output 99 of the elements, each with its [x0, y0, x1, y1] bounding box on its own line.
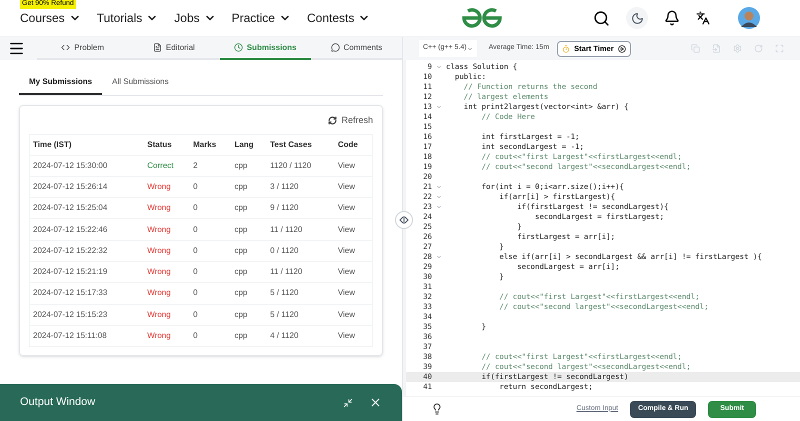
status-cell: Wrong — [144, 176, 190, 198]
code-icon — [61, 43, 70, 52]
document-icon — [152, 43, 162, 52]
fold-icon[interactable] — [436, 104, 442, 110]
status-cell: Wrong — [144, 261, 190, 283]
table-cell: cpp — [231, 304, 268, 326]
refresh-button[interactable]: Refresh — [328, 114, 373, 128]
table-cell: 2024-07-12 15:30:00 — [30, 155, 144, 176]
submission-tab[interactable]: All Submissions — [102, 70, 179, 95]
status-cell: Correct — [144, 155, 190, 176]
column-header: Code — [334, 134, 372, 155]
table-cell: 2024-07-12 15:21:19 — [30, 261, 144, 283]
view-link[interactable]: View — [338, 203, 356, 212]
table-cell: cpp — [231, 325, 268, 347]
menu-icon[interactable] — [8, 40, 25, 57]
logo-icon — [462, 8, 502, 28]
play-icon — [618, 44, 626, 52]
table-cell: 3 / 1120 — [267, 176, 335, 198]
table-cell: 0 / 1120 — [267, 240, 335, 262]
table-cell: 0 — [190, 325, 232, 347]
close-icon[interactable] — [369, 396, 382, 409]
table-cell: cpp — [231, 261, 268, 283]
nav-menu[interactable]: Practice — [232, 9, 291, 27]
column-header: Time (IST) — [30, 134, 144, 155]
table-cell: 5 / 1120 — [267, 304, 335, 326]
nav-menu[interactable]: Tutorials — [96, 9, 158, 27]
code-editor[interactable] — [403, 60, 800, 396]
output-window-title: Output Window — [20, 395, 96, 410]
table-cell: 2024-07-12 15:11:08 — [30, 325, 144, 347]
nav-menu[interactable]: Jobs — [174, 9, 216, 27]
table-cell: 11 / 1120 — [267, 261, 335, 283]
table-cell: 0 — [190, 261, 232, 283]
submission-tab[interactable]: My Submissions — [19, 70, 102, 95]
fold-icon[interactable] — [436, 204, 442, 210]
dark-mode-button[interactable] — [626, 7, 648, 29]
fold-icon[interactable] — [436, 184, 442, 190]
table-cell: 0 — [190, 198, 232, 219]
translate-icon[interactable] — [696, 11, 710, 25]
table-cell: 0 — [190, 282, 232, 304]
view-link[interactable]: View — [338, 160, 356, 170]
view-link[interactable]: View — [338, 288, 356, 298]
column-header: Status — [144, 134, 190, 155]
table-cell: 1120 / 1120 — [267, 155, 335, 176]
view-link[interactable]: View — [338, 310, 356, 319]
table-cell: cpp — [231, 218, 268, 240]
chat-bubble-icon — [330, 43, 340, 52]
table-cell: cpp — [231, 240, 268, 262]
table-cell: 2024-07-12 15:22:32 — [30, 240, 144, 262]
lightbulb-icon[interactable] — [431, 403, 443, 415]
status-cell: Wrong — [144, 198, 190, 219]
caret-icon — [466, 46, 473, 52]
fold-icon[interactable] — [436, 254, 442, 260]
table-cell: cpp — [231, 282, 268, 304]
avatar[interactable] — [738, 7, 760, 29]
table-cell: 0 — [190, 176, 232, 198]
status-cell: Wrong — [144, 218, 190, 240]
expand-icon[interactable] — [343, 398, 353, 408]
table-cell: 0 — [190, 304, 232, 326]
status-cell: Wrong — [144, 325, 190, 347]
bell-icon[interactable] — [664, 10, 680, 26]
problem-tab[interactable]: Problem — [37, 37, 128, 60]
status-cell: Wrong — [144, 282, 190, 304]
nav-menu[interactable]: Contests — [306, 9, 370, 27]
table-cell: 2024-07-12 15:26:14 — [30, 176, 144, 198]
table-cell: 2024-07-12 15:25:04 — [30, 198, 144, 219]
status-cell: Wrong — [144, 304, 190, 326]
column-header: Test Cases — [267, 134, 335, 155]
status-cell: Wrong — [144, 240, 190, 262]
table-cell: 2024-07-12 15:22:46 — [30, 218, 144, 240]
table-cell: cpp — [231, 155, 268, 176]
table-cell: 4 / 1120 — [267, 325, 335, 347]
table-cell: 9 / 1120 — [267, 198, 335, 219]
view-link[interactable]: View — [338, 267, 356, 276]
table-cell: 2 — [190, 155, 232, 176]
problem-tab[interactable]: Editorial — [128, 37, 220, 60]
view-link[interactable]: View — [338, 182, 356, 191]
search-icon[interactable] — [593, 10, 610, 26]
table-cell: 2024-07-12 15:17:33 — [30, 282, 144, 304]
moon-icon — [630, 12, 644, 24]
view-link[interactable]: View — [338, 331, 356, 340]
refresh-icon — [328, 116, 338, 126]
pane-divider-handle[interactable] — [395, 211, 413, 229]
view-link[interactable]: View — [338, 224, 356, 234]
table-cell: 0 — [190, 218, 232, 240]
fold-icon[interactable] — [436, 194, 442, 200]
view-link[interactable]: View — [338, 246, 356, 255]
table-cell: 11 / 1120 — [267, 218, 335, 240]
table-cell: 2024-07-12 15:15:23 — [30, 304, 144, 326]
timer-icon — [562, 44, 570, 52]
table-cell: cpp — [231, 176, 268, 198]
table-cell: 5 / 1120 — [267, 282, 335, 304]
clock-icon — [234, 43, 243, 52]
table-cell: cpp — [231, 198, 268, 219]
column-header: Marks — [190, 134, 232, 155]
column-header: Lang — [231, 134, 268, 155]
fold-icon[interactable] — [436, 64, 442, 70]
problem-tab[interactable]: Submissions — [220, 37, 311, 60]
nav-menu[interactable]: Courses — [20, 9, 81, 27]
table-cell: 0 — [190, 240, 232, 262]
